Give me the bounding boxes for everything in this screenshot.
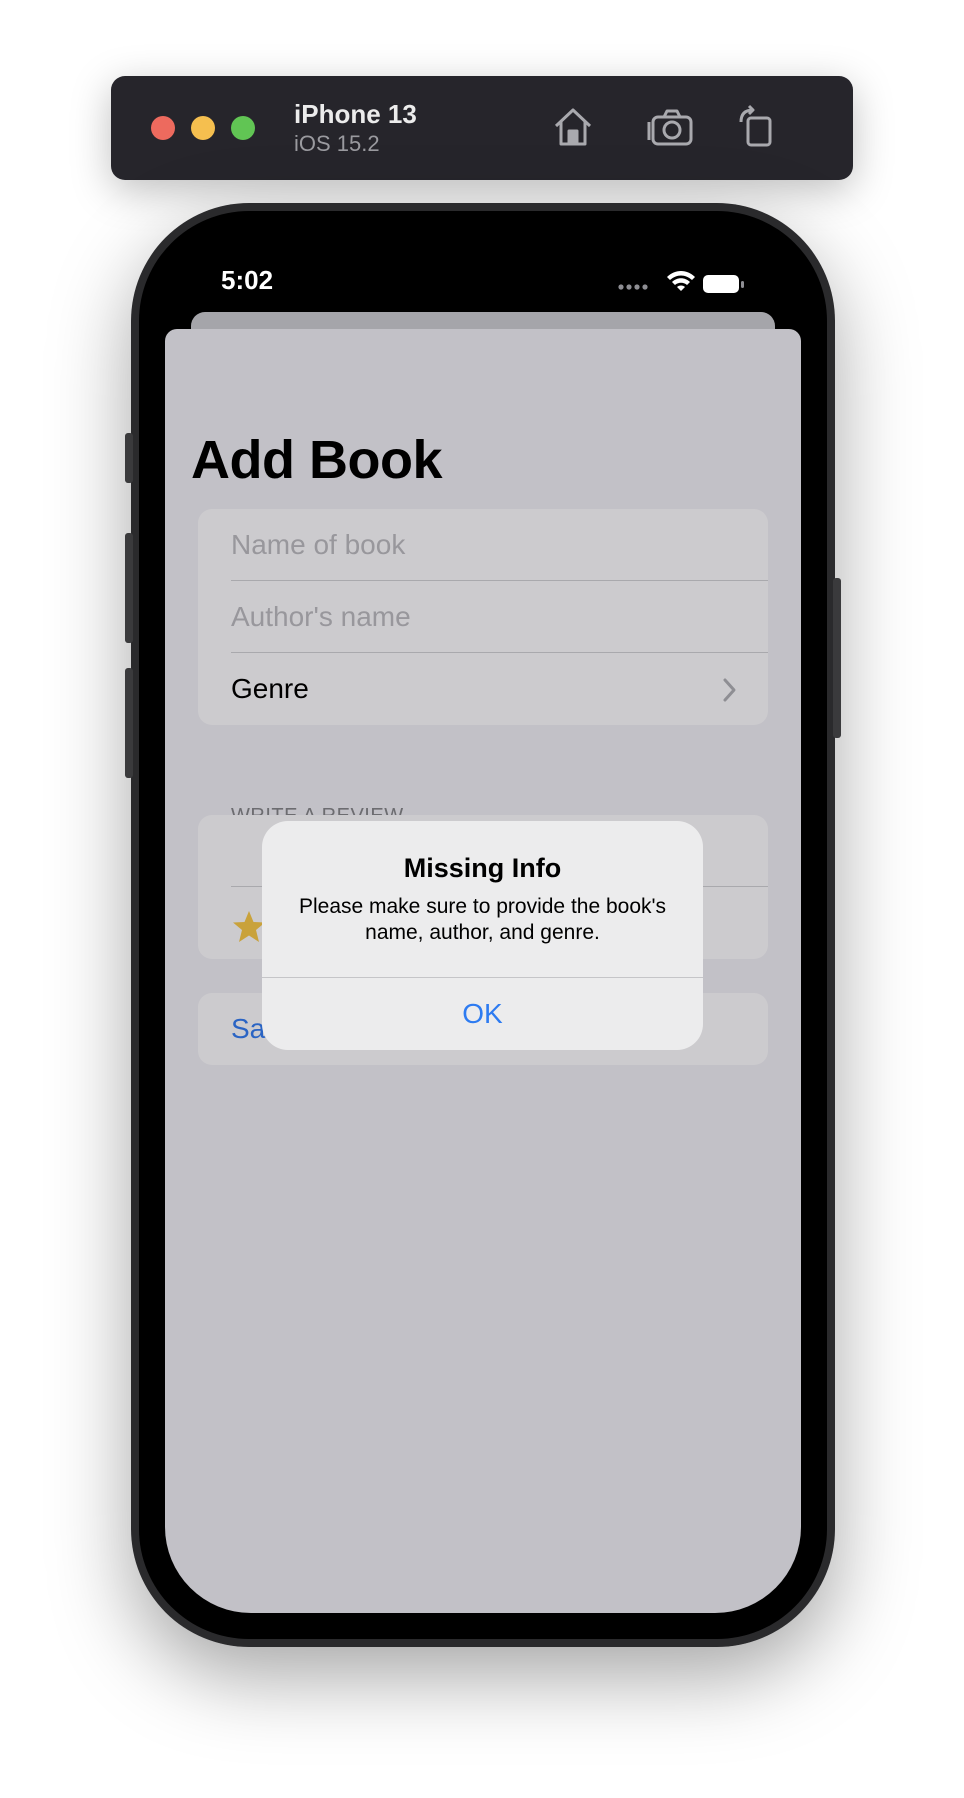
- status-time: 5:02: [221, 265, 274, 295]
- author-name-row[interactable]: Author's name: [198, 581, 768, 653]
- minimize-window-button[interactable]: [191, 116, 215, 140]
- cellular-dots-icon: [618, 284, 648, 290]
- mute-switch: [125, 433, 133, 483]
- rotate-icon[interactable]: [731, 102, 781, 152]
- wifi-icon: [667, 271, 695, 291]
- missing-info-alert: Missing Info Please make sure to provide…: [262, 821, 703, 1050]
- volume-down-button: [125, 668, 133, 778]
- author-name-field[interactable]: Author's name: [231, 601, 411, 633]
- zoom-window-button[interactable]: [231, 116, 255, 140]
- book-name-row[interactable]: Name of book: [198, 509, 768, 581]
- status-icons: [615, 269, 745, 297]
- page-title: Add Book: [191, 430, 442, 490]
- genre-picker-row[interactable]: Genre: [198, 653, 768, 725]
- battery-icon: [703, 275, 744, 293]
- alert-title: Missing Info: [403, 853, 562, 883]
- chevron-right-icon: [723, 678, 736, 702]
- genre-label: Genre: [231, 673, 309, 704]
- volume-up-button: [125, 533, 133, 643]
- home-icon[interactable]: [548, 102, 598, 152]
- camera-icon[interactable]: [646, 102, 696, 152]
- book-name-field[interactable]: Name of book: [231, 529, 405, 561]
- device-os-version: iOS 15.2: [294, 131, 380, 156]
- device-name: iPhone 13: [294, 99, 417, 129]
- ok-button[interactable]: OK: [262, 977, 703, 1050]
- close-window-button[interactable]: [151, 116, 175, 140]
- power-button: [833, 578, 841, 738]
- alert-message: Please make sure to provide the book's n…: [298, 895, 667, 944]
- simulator-toolbar: iPhone 13 iOS 15.2: [111, 76, 853, 180]
- book-details-group: Name of book Author's name Genre: [198, 509, 768, 725]
